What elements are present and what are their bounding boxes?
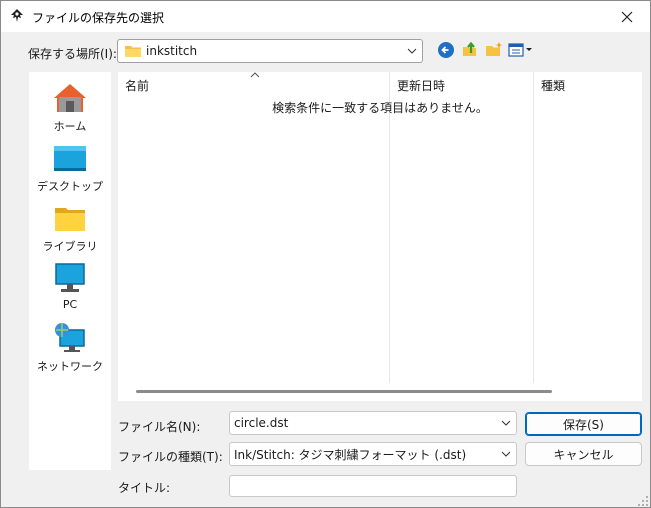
new-folder-icon[interactable] [485, 41, 503, 59]
up-folder-icon[interactable] [461, 40, 479, 58]
window-title: ファイルの保存先の選択 [32, 11, 165, 25]
place-network[interactable]: ネットワーク [29, 318, 111, 376]
place-label: デスクトップ [37, 180, 103, 193]
place-label: ライブラリ [42, 240, 98, 253]
inkscape-logo-icon [11, 9, 23, 22]
filetype-select[interactable]: Ink/Stitch: タジマ刺繍フォーマット (.dst) [229, 442, 517, 466]
file-list[interactable]: 名前 更新日時 種類 検索条件に一致する項目はありません。 [118, 72, 642, 383]
empty-message: 検索条件に一致する項目はありません。 [272, 101, 488, 115]
place-label: ホーム [53, 120, 87, 133]
chevron-down-icon[interactable] [496, 443, 516, 465]
location-value: inkstitch [146, 44, 198, 58]
view-menu-icon[interactable] [508, 41, 534, 59]
scrollbar-thumb[interactable] [136, 390, 552, 393]
column-divider [389, 72, 390, 383]
cancel-button[interactable]: キャンセル [525, 442, 642, 466]
place-library[interactable]: ライブラリ [29, 198, 111, 256]
sort-ascending-icon [250, 72, 260, 78]
filename-combo[interactable]: circle.dst [229, 411, 517, 435]
place-label: ネットワーク [37, 360, 103, 373]
resize-grip-icon[interactable] [637, 495, 649, 507]
place-home[interactable]: ホーム [29, 78, 111, 136]
network-icon [55, 323, 85, 352]
column-divider [533, 72, 534, 383]
filetype-label: ファイルの種類(T): [118, 450, 223, 464]
chevron-down-icon[interactable] [402, 40, 422, 62]
title-bar: ファイルの保存先の選択 [1, 1, 650, 32]
filename-input[interactable]: circle.dst [230, 416, 496, 430]
folder-icon [125, 46, 141, 57]
place-label: PC [62, 298, 78, 311]
place-desktop[interactable]: デスクトップ [29, 138, 111, 196]
title-input[interactable] [229, 475, 517, 497]
desktop-icon [54, 146, 86, 171]
filename-label: ファイル名(N): [118, 420, 201, 434]
library-icon [55, 208, 85, 231]
horizontal-scrollbar[interactable] [118, 383, 642, 401]
home-icon [54, 84, 86, 112]
column-header-name[interactable]: 名前 [125, 77, 149, 94]
column-header-type[interactable]: 種類 [541, 77, 565, 94]
save-dialog: ファイルの保存先の選択 保存する場所(I): inkstitch ホーム デスク… [0, 0, 651, 508]
column-header-modified[interactable]: 更新日時 [397, 77, 445, 94]
location-combo[interactable]: inkstitch [117, 39, 423, 63]
location-label: 保存する場所(I): [28, 47, 117, 61]
close-button[interactable] [604, 1, 650, 32]
back-arrow-icon[interactable] [437, 41, 455, 59]
close-icon [621, 11, 633, 22]
place-pc[interactable]: PC [29, 258, 111, 316]
filetype-value: Ink/Stitch: タジマ刺繍フォーマット (.dst) [234, 447, 467, 462]
chevron-down-icon[interactable] [496, 412, 516, 434]
save-button[interactable]: 保存(S) [525, 412, 642, 436]
pc-icon [55, 263, 85, 292]
title-label: タイトル: [118, 481, 171, 495]
places-sidebar: ホーム デスクトップ ライブラリ PC ネットワーク [29, 72, 111, 470]
